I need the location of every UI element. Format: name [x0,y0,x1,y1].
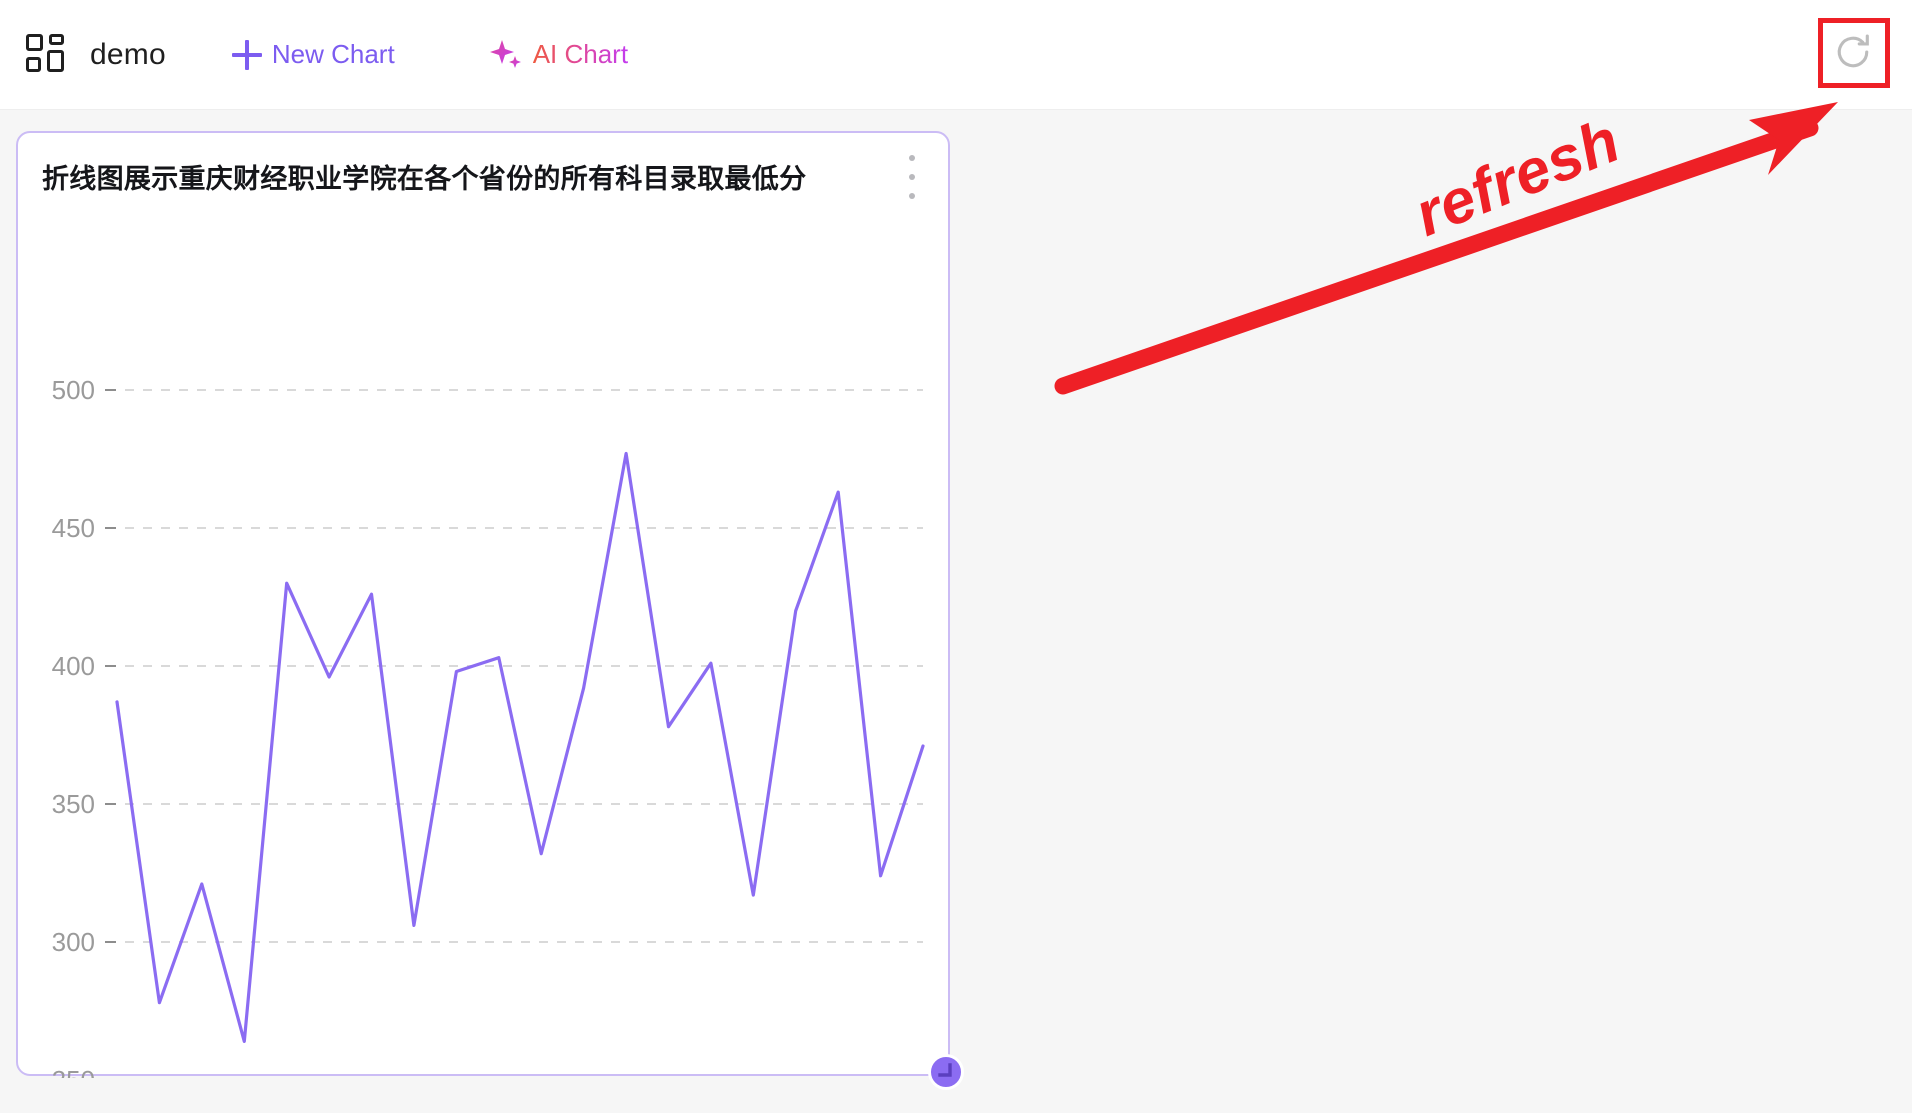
grid-icon[interactable] [26,33,68,76]
resize-glyph [938,1063,952,1077]
new-chart-button[interactable]: New Chart [224,33,403,76]
kebab-dot [909,155,915,161]
ytick-label: 300 [52,927,95,957]
app-title: demo [90,37,166,71]
ytick-label: 250 [52,1065,95,1078]
resize-corner-icon[interactable] [928,1054,964,1090]
refresh-icon [1837,34,1869,68]
chart-ytick-labels: 250 300 350 400 450 500 [52,375,95,1078]
series-line [115,451,925,1044]
chart-gridlines [125,389,923,943]
kebab-dot [909,193,915,199]
ai-chart-button[interactable]: AI Chart [481,33,636,77]
ytick-label: 450 [52,513,95,543]
ai-chart-label: AI Chart [532,39,629,69]
refresh-button[interactable] [1822,21,1884,83]
card-header: 折线图展示重庆财经职业学院在各个省份的所有科目录取最低分 [18,133,948,219]
annotation-label: refresh [1405,105,1630,250]
plus-icon [231,39,262,70]
arrow-up-right-icon [1054,102,1838,395]
ytick-label: 350 [52,789,95,819]
chart-series-layer [115,451,925,1044]
line-chart-plot: 250300350400450500 云南内蒙古吉林四川安徽山东山西广东广西江西… [18,219,948,1078]
top-toolbar: demo New Chart AI Chart [0,0,1912,110]
chart-ytick-marks [105,389,116,943]
kebab-menu-icon[interactable] [896,155,928,199]
ytick-label: 500 [52,375,95,405]
ytick-label: 400 [52,651,95,681]
chart-svg: 250300350400450500 云南内蒙古吉林四川安徽山东山西广东广西江西… [52,375,925,1078]
new-chart-label: New Chart [271,39,395,69]
grid-icon-cell-4 [47,49,64,72]
chart-title: 折线图展示重庆财经职业学院在各个省份的所有科目录取最低分 [42,163,807,194]
sparkle-icon [489,39,521,68]
grid-icon-cell-1 [26,33,43,51]
grid-icon-cell-3 [26,56,41,72]
chart-card[interactable]: 折线图展示重庆财经职业学院在各个省份的所有科目录取最低分 250 300 350 40… [16,131,964,1090]
grid-icon-cell-2 [49,33,64,45]
kebab-dot [909,174,915,180]
